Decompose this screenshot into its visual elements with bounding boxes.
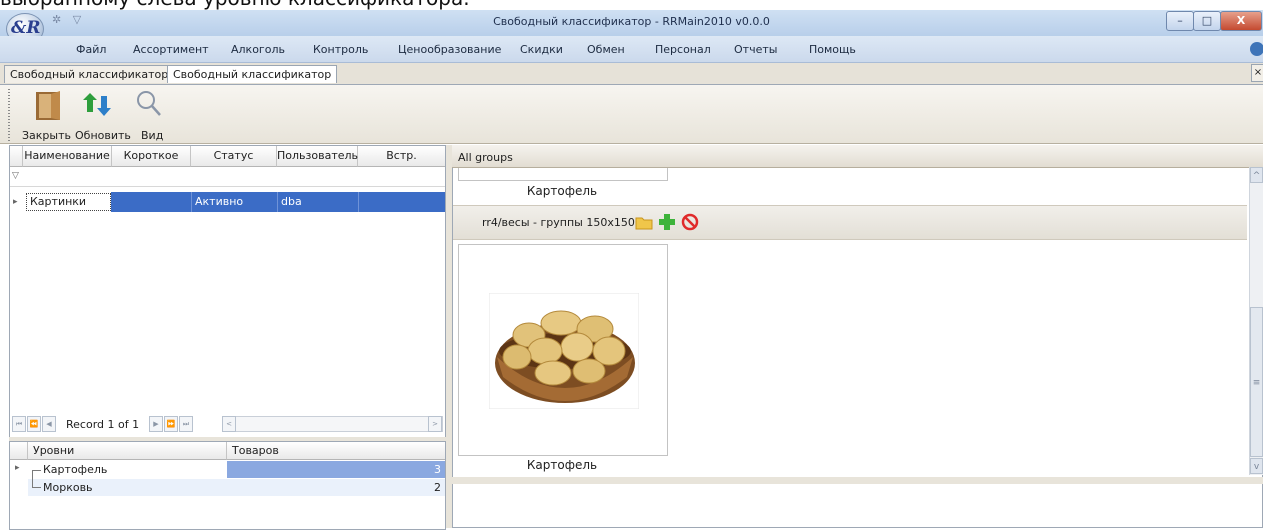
toolbar-grip	[8, 89, 10, 141]
col-header-goods[interactable]: Товаров	[227, 442, 445, 460]
col-header-status[interactable]: Статус	[191, 146, 277, 167]
col-header-builtin[interactable]: Встр.	[358, 146, 445, 167]
horizontal-scrollbar[interactable]: < >	[222, 416, 443, 432]
menu-control[interactable]: Контроль	[313, 43, 368, 56]
cell-name[interactable]: Картинки	[26, 193, 111, 211]
add-icon[interactable]	[658, 213, 676, 231]
level-row[interactable]: ▸ Картофель 3	[10, 461, 445, 495]
scroll-right-icon[interactable]: >	[428, 416, 442, 432]
tab-classifier-2[interactable]: Свободный классификатор	[167, 65, 338, 83]
scroll-down-icon[interactable]: v	[1250, 458, 1263, 474]
tab-bar: Свободный классификатор Свободный класси…	[0, 63, 1263, 85]
grid-corner	[10, 146, 23, 167]
menu-pricing[interactable]: Ценообразование	[398, 43, 501, 56]
minimize-button[interactable]: –	[1166, 11, 1194, 31]
level-name[interactable]: Морковь	[43, 481, 93, 494]
close-button[interactable]: Закрыть	[22, 129, 71, 142]
prev-record-icon[interactable]: ◀	[42, 416, 56, 432]
close-window-button[interactable]: X	[1220, 11, 1262, 31]
group-title: rr4/весы - группы 150x150	[482, 216, 635, 229]
scroll-thumb[interactable]: ≡	[1250, 307, 1263, 457]
col-header-short[interactable]: Короткое	[112, 146, 191, 167]
level-row-indicator-icon: ▸	[15, 463, 20, 473]
cell-short[interactable]	[112, 192, 190, 212]
level-count: 3	[434, 463, 441, 476]
refresh-arrows-icon[interactable]	[80, 90, 114, 120]
grid-navigator: ⏮ ⏪ ◀ Record 1 of 1 ▶ ⏩ ⏭ < >	[9, 414, 444, 434]
toolbar	[0, 85, 1263, 144]
help-icon[interactable]	[1250, 42, 1263, 56]
right-splitter[interactable]	[452, 477, 1263, 484]
gallery-title: All groups	[458, 151, 513, 164]
scroll-up-icon[interactable]: ^	[1250, 167, 1263, 183]
menu-alcohol[interactable]: Алкоголь	[231, 43, 285, 56]
filter-icon[interactable]: ▽	[12, 171, 19, 181]
menu-exchange[interactable]: Обмен	[587, 43, 625, 56]
vertical-scrollbar[interactable]: ^ ≡ v	[1249, 167, 1263, 475]
level-count: 2	[434, 481, 441, 494]
prev-page-icon[interactable]: ⏪	[27, 416, 41, 432]
row-indicator-icon: ▸	[13, 197, 18, 207]
cell-builtin[interactable]	[358, 192, 445, 212]
scroll-left-icon[interactable]: <	[222, 416, 236, 432]
gallery-header	[452, 145, 1263, 168]
tab-classifier-1[interactable]: Свободный классификатор	[4, 65, 175, 83]
image-card[interactable]	[458, 244, 668, 456]
level-count-cell[interactable]: 3	[227, 461, 445, 478]
levels-grid: Уровни Товаров ▸ Картофель 3 Морковь 2	[9, 441, 446, 530]
filter-row[interactable]	[10, 167, 445, 187]
view-button[interactable]: Вид	[141, 129, 163, 142]
level-row[interactable]: Морковь 2	[28, 479, 445, 496]
col-header-levels[interactable]: Уровни	[28, 442, 227, 460]
image-card-previous[interactable]	[458, 168, 668, 181]
menu-bar: Файл Ассортимент Алкоголь Контроль Ценоо…	[0, 36, 1263, 63]
last-record-icon[interactable]: ⏭	[179, 416, 193, 432]
next-page-icon[interactable]: ⏩	[164, 416, 178, 432]
menu-assortment[interactable]: Ассортимент	[133, 43, 209, 56]
menu-discounts[interactable]: Скидки	[520, 43, 563, 56]
next-record-icon[interactable]: ▶	[149, 416, 163, 432]
cell-user[interactable]: dba	[277, 192, 357, 212]
col-header-user[interactable]: Пользователь	[277, 146, 358, 167]
tree-connector	[32, 479, 41, 488]
maximize-button[interactable]: □	[1193, 11, 1221, 31]
levels-corner	[10, 442, 28, 460]
col-header-name[interactable]: Наименование	[23, 146, 112, 167]
delete-icon[interactable]	[681, 213, 699, 231]
refresh-button[interactable]: Обновить	[75, 129, 131, 142]
menu-file[interactable]: Файл	[76, 43, 106, 56]
caption-text: выбранному слева уровню классификатора.	[0, 0, 1263, 10]
image-card-label: Картофель	[526, 184, 598, 198]
level-name[interactable]: Картофель	[43, 463, 107, 476]
classifier-grid: Наименование Короткое Статус Пользовател…	[9, 145, 446, 439]
cell-status[interactable]: Активно	[191, 192, 276, 212]
table-row[interactable]: ▸ Картинки Активно dba	[10, 192, 445, 212]
image-card-label: Картофель	[526, 458, 598, 472]
window-title: Свободный классификатор - RRMain2010 v0.…	[493, 15, 770, 28]
folder-icon[interactable]	[635, 214, 653, 230]
potato-basket-image	[489, 293, 639, 409]
first-record-icon[interactable]: ⏮	[12, 416, 26, 432]
menu-help[interactable]: Помощь	[809, 43, 856, 56]
record-counter: Record 1 of 1	[66, 418, 140, 431]
menu-staff[interactable]: Персонал	[655, 43, 711, 56]
door-icon[interactable]	[33, 88, 67, 122]
magnifier-icon[interactable]	[134, 88, 164, 120]
menu-reports[interactable]: Отчеты	[734, 43, 777, 56]
close-tab-button[interactable]: ×	[1251, 64, 1263, 82]
